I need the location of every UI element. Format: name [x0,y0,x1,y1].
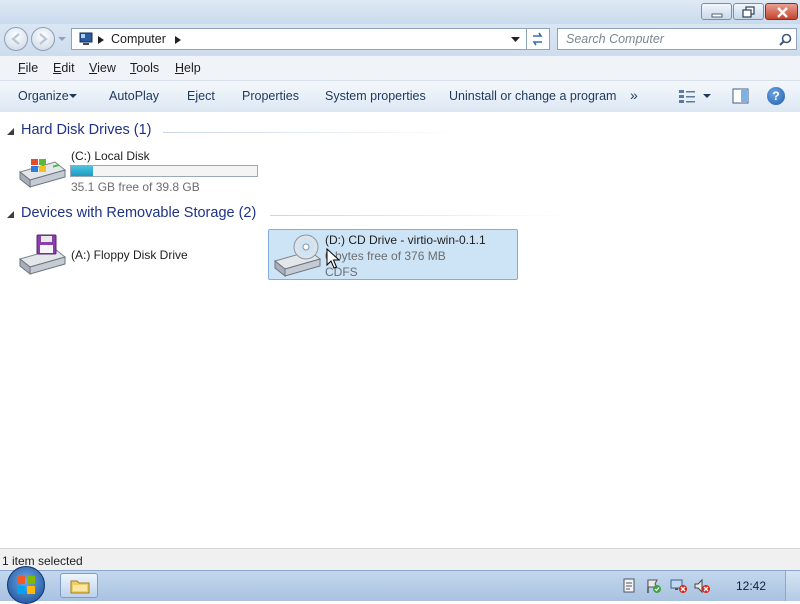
clock[interactable]: 12:42 [736,579,766,593]
drive-item-a[interactable]: (A:) Floppy Disk Drive [14,230,254,280]
back-button[interactable] [4,27,28,51]
search-input[interactable]: Search Computer [557,28,797,50]
drive-item-c[interactable]: (C:) Local Disk 35.1 GB free of 39.8 GB [14,146,264,196]
disk-usage-bar [70,165,258,177]
minimize-button[interactable] [701,3,732,20]
taskbar-explorer-button[interactable] [60,573,98,598]
computer-icon [79,32,93,45]
chevron-down-icon[interactable] [703,94,711,99]
file-view[interactable]: Hard Disk Drives (1) (C:) Local Disk 35.… [0,112,800,548]
group-divider [163,132,463,133]
back-arrow-icon [11,33,20,45]
windows-logo-icon [17,576,35,594]
properties-button[interactable]: Properties [242,89,299,103]
mouse-cursor-icon [326,248,340,269]
status-text: 1 item selected [2,554,83,568]
drive-label: (A:) Floppy Disk Drive [71,248,188,262]
drive-label: (C:) Local Disk [71,149,150,163]
menu-view[interactable]: View [89,61,116,75]
drive-free-space: 0 bytes free of 376 MB [325,249,446,263]
collapse-triangle-icon[interactable] [7,128,14,135]
maximize-icon [742,6,755,18]
breadcrumb-computer[interactable]: Computer [111,32,166,46]
search-placeholder: Search Computer [566,32,664,46]
address-bar[interactable]: Computer [71,28,527,50]
menu-bar: File Edit View Tools Help [0,56,800,81]
status-bar: 1 item selected [0,548,800,571]
drive-free-space: 35.1 GB free of 39.8 GB [71,180,200,194]
hard-disk-icon [18,159,67,189]
title-bar [0,0,800,24]
address-row: Computer Search Computer [0,24,800,56]
command-bar: Organize AutoPlay Eject Properties Syste… [0,81,800,113]
breadcrumb-arrow-icon[interactable] [98,36,104,44]
recent-pages-dropdown-icon[interactable] [58,35,66,43]
eject-button[interactable]: Eject [187,89,215,103]
menu-file[interactable]: File [18,61,38,75]
autoplay-button[interactable]: AutoPlay [109,89,159,103]
close-icon [777,7,788,18]
group-title: Devices with Removable Storage (2) [21,205,257,221]
close-button[interactable] [765,3,798,20]
floppy-drive-icon [18,234,67,276]
menu-tools[interactable]: Tools [130,61,159,75]
group-title: Hard Disk Drives (1) [21,122,152,138]
refresh-button[interactable] [527,28,550,50]
organize-button[interactable]: Organize [18,89,69,103]
views-icon[interactable] [678,88,696,104]
collapse-triangle-icon[interactable] [7,211,14,218]
breadcrumb-arrow-icon[interactable] [175,36,181,44]
drive-item-d[interactable]: (D:) CD Drive - virtio-win-0.1.1 0 bytes… [268,229,518,280]
help-button[interactable]: ? [767,87,785,105]
maximize-button[interactable] [733,3,764,20]
start-button[interactable] [7,566,45,604]
folder-icon [70,580,90,594]
menu-help[interactable]: Help [175,61,201,75]
group-divider [270,215,570,216]
minimize-icon [711,13,723,18]
uninstall-program-button[interactable]: Uninstall or change a program [449,89,616,103]
forward-button[interactable] [31,27,55,51]
taskbar: 12:42 [0,566,800,604]
menu-edit[interactable]: Edit [53,61,75,75]
address-dropdown-icon[interactable] [511,37,520,43]
cd-drive-icon [273,234,322,278]
network-icon[interactable] [669,578,689,594]
chevron-down-icon[interactable] [69,94,77,99]
volume-muted-icon[interactable] [693,578,711,594]
action-center-icon[interactable] [622,578,636,594]
search-icon[interactable] [779,33,792,46]
preview-pane-icon[interactable] [732,88,749,104]
drive-label: (D:) CD Drive - virtio-win-0.1.1 [325,233,486,247]
refresh-icon [532,32,543,46]
forward-arrow-icon [39,33,48,45]
system-properties-button[interactable]: System properties [325,89,426,103]
show-desktop-button[interactable] [785,571,800,601]
flag-icon[interactable] [645,578,663,594]
disk-usage-fill [71,166,93,176]
more-commands-button[interactable]: » [630,87,638,103]
